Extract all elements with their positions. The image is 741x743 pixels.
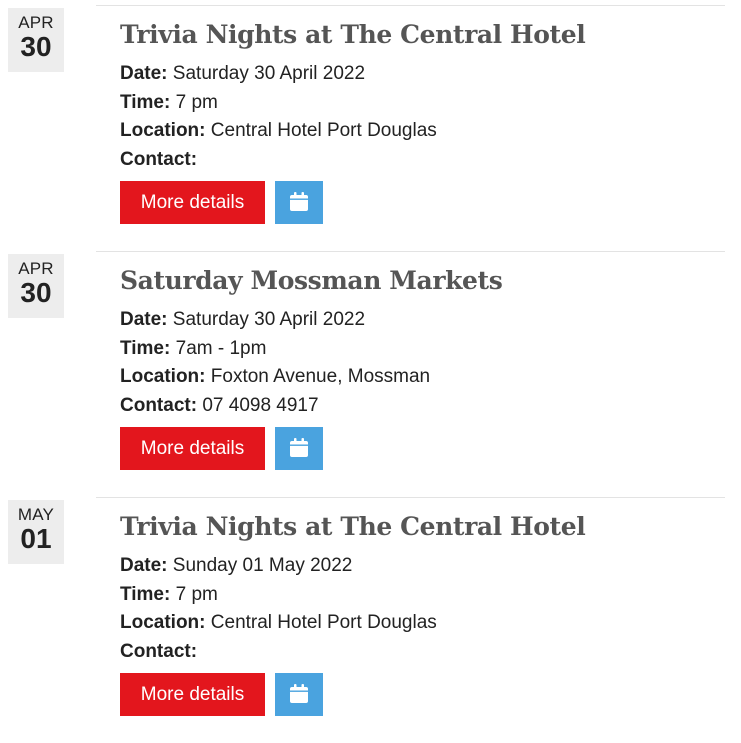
date-label: Date: xyxy=(120,555,168,576)
event-location-row: Location: Central Hotel Port Douglas xyxy=(120,117,437,146)
event-title[interactable]: Trivia Nights at The Central Hotel xyxy=(120,511,586,543)
event-time-row: Time: 7am - 1pm xyxy=(120,335,430,364)
event-title[interactable]: Trivia Nights at The Central Hotel xyxy=(120,19,586,51)
location-value: Central Hotel Port Douglas xyxy=(210,612,437,633)
event-contact-row: Contact: 07 4098 4917 xyxy=(120,392,430,421)
add-to-calendar-button[interactable] xyxy=(275,427,323,470)
date-badge: MAY 01 xyxy=(8,500,64,564)
time-label: Time: xyxy=(120,583,171,605)
divider xyxy=(96,497,725,498)
event-details: Date: Saturday 30 April 2022 Time: 7am -… xyxy=(120,306,430,420)
location-label: Location: xyxy=(120,612,206,633)
time-value: 7 pm xyxy=(175,583,218,605)
location-label: Location: xyxy=(120,120,206,141)
time-value: 7am - 1pm xyxy=(175,337,267,359)
date-label: Date: xyxy=(120,309,168,330)
date-badge-day: 01 xyxy=(20,523,52,554)
event-date-row: Date: Saturday 30 April 2022 xyxy=(120,306,430,335)
event-details: Date: Sunday 01 May 2022 Time: 7 pm Loca… xyxy=(120,552,437,666)
date-value: Sunday 01 May 2022 xyxy=(172,555,353,576)
date-badge-month: APR xyxy=(18,13,54,32)
contact-value: 07 4098 4917 xyxy=(202,394,319,416)
calendar-icon xyxy=(290,684,308,703)
event-details: Date: Saturday 30 April 2022 Time: 7 pm … xyxy=(120,60,437,174)
event-item: APR 30 Saturday Mossman Markets Date: Sa… xyxy=(0,251,741,497)
divider xyxy=(96,5,725,6)
time-label: Time: xyxy=(120,337,171,359)
event-location-row: Location: Foxton Avenue, Mossman xyxy=(120,363,430,392)
add-to-calendar-button[interactable] xyxy=(275,181,323,224)
event-contact-row: Contact: xyxy=(120,146,437,175)
calendar-icon xyxy=(290,192,308,211)
event-date-row: Date: Sunday 01 May 2022 xyxy=(120,552,437,581)
date-badge-day: 30 xyxy=(20,31,52,62)
date-badge-day: 30 xyxy=(20,277,52,308)
event-contact-row: Contact: xyxy=(120,638,437,667)
date-badge: APR 30 xyxy=(8,8,64,72)
date-badge-month: APR xyxy=(18,259,54,278)
event-title[interactable]: Saturday Mossman Markets xyxy=(120,265,503,297)
date-badge: APR 30 xyxy=(8,254,64,318)
time-label: Time: xyxy=(120,91,171,113)
contact-label: Contact: xyxy=(120,394,198,416)
location-value: Central Hotel Port Douglas xyxy=(210,120,437,141)
add-to-calendar-button[interactable] xyxy=(275,673,323,716)
more-details-button[interactable]: More details xyxy=(120,673,265,716)
calendar-icon xyxy=(290,438,308,457)
event-location-row: Location: Central Hotel Port Douglas xyxy=(120,609,437,638)
event-date-row: Date: Saturday 30 April 2022 xyxy=(120,60,437,89)
event-time-row: Time: 7 pm xyxy=(120,89,437,118)
date-badge-month: MAY xyxy=(17,505,55,524)
location-label: Location: xyxy=(120,366,206,387)
date-label: Date: xyxy=(120,63,168,84)
contact-label: Contact: xyxy=(120,148,198,170)
time-value: 7 pm xyxy=(175,91,218,113)
location-value: Foxton Avenue, Mossman xyxy=(210,366,431,387)
event-time-row: Time: 7 pm xyxy=(120,581,437,610)
contact-label: Contact: xyxy=(120,640,198,662)
more-details-button[interactable]: More details xyxy=(120,181,265,224)
divider xyxy=(96,251,725,252)
more-details-button[interactable]: More details xyxy=(120,427,265,470)
event-item: MAY 01 Trivia Nights at The Central Hote… xyxy=(0,497,741,743)
date-value: Saturday 30 April 2022 xyxy=(172,309,366,330)
date-value: Saturday 30 April 2022 xyxy=(172,63,366,84)
event-item: APR 30 Trivia Nights at The Central Hote… xyxy=(0,5,741,251)
